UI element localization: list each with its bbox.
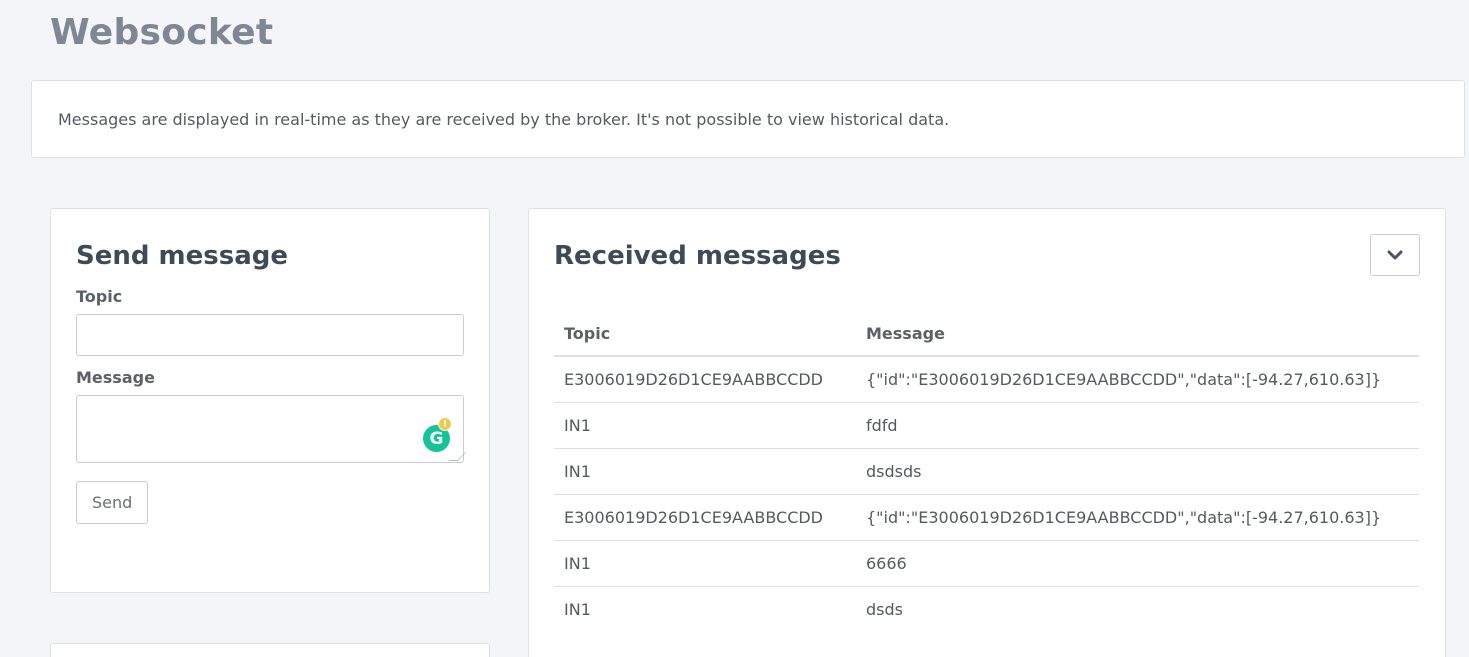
grammarly-alert-icon: ! [438, 417, 452, 431]
additional-card [50, 643, 490, 657]
message-field-wrapper: G ! [76, 395, 467, 463]
info-banner: Messages are displayed in real-time as t… [31, 80, 1465, 158]
topic-label: Topic [76, 287, 123, 306]
column-header-topic: Topic [554, 311, 856, 357]
received-messages-title: Received messages [554, 241, 841, 271]
row-topic: E3006019D26D1CE9AABBCCDD [554, 494, 856, 541]
collapse-button[interactable] [1370, 234, 1420, 276]
info-text: Messages are displayed in real-time as t… [58, 109, 950, 129]
row-message: 6666 [856, 540, 1419, 587]
table-row: IN1 dsds [554, 586, 1419, 632]
message-label: Message [76, 368, 155, 387]
row-topic: IN1 [554, 540, 856, 587]
chevron-down-icon [1387, 250, 1403, 260]
received-messages-card: Received messages Topic Message E3006019… [528, 208, 1446, 657]
row-message: {"id":"E3006019D26D1CE9AABBCCDD","data":… [856, 356, 1419, 403]
row-message: fdfd [856, 402, 1419, 449]
topic-input[interactable] [76, 314, 464, 356]
row-topic: IN1 [554, 402, 856, 449]
row-message: dsdsds [856, 448, 1419, 495]
send-message-title: Send message [76, 241, 288, 271]
row-topic: E3006019D26D1CE9AABBCCDD [554, 356, 856, 403]
table-row: IN1 fdfd [554, 402, 1419, 449]
table-row: IN1 6666 [554, 540, 1419, 587]
message-textarea[interactable] [76, 395, 464, 463]
messages-table: Topic Message E3006019D26D1CE9AABBCCDD {… [554, 311, 1419, 632]
row-message: {"id":"E3006019D26D1CE9AABBCCDD","data":… [856, 494, 1419, 541]
page-title: Websocket [50, 12, 274, 53]
send-message-card: Send message Topic Message G ! Send [50, 208, 490, 593]
table-row: IN1 dsdsds [554, 448, 1419, 495]
table-header-row: Topic Message [554, 311, 1419, 357]
row-topic: IN1 [564, 599, 591, 619]
row-message: dsds [866, 599, 903, 619]
column-header-message: Message [856, 311, 1419, 357]
send-button[interactable]: Send [76, 481, 149, 524]
table-row: E3006019D26D1CE9AABBCCDD {"id":"E3006019… [554, 356, 1419, 403]
row-topic: IN1 [554, 448, 856, 495]
table-row: E3006019D26D1CE9AABBCCDD {"id":"E3006019… [554, 494, 1419, 541]
